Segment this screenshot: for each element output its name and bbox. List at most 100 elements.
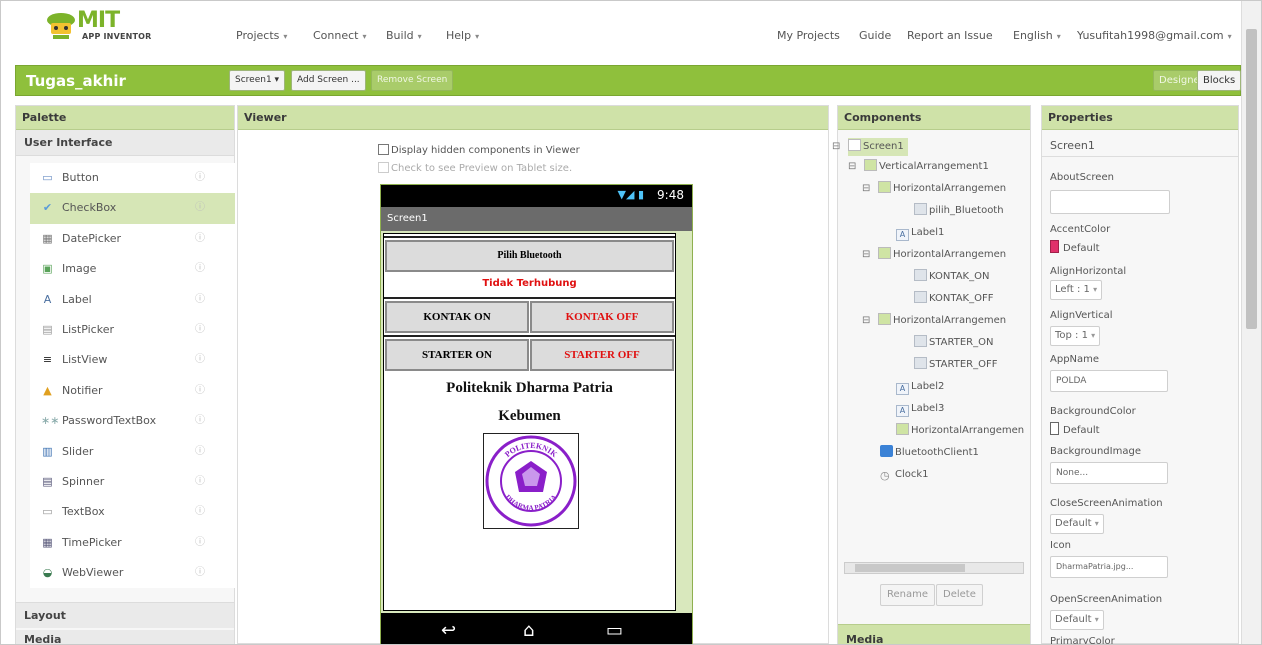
help-icon[interactable]: ⓘ [195,193,205,223]
properties-panel: Properties Screen1 AboutScreen AccentCol… [1041,105,1239,644]
palette-section-user-interface[interactable]: User Interface [16,130,234,156]
background-color-picker[interactable]: Default [1050,422,1100,436]
help-icon[interactable]: ⓘ [195,528,205,558]
mit-logo[interactable]: MIT APP INVENTOR [45,8,155,47]
phone-status-bar: ▼◢ ▮ 9:48 [381,185,692,207]
menu-projects[interactable]: Projects ▾ [236,29,287,42]
tree-node-horizontalarrangemen[interactable]: ⊟ HorizontalArrangemen [862,246,1006,264]
link-report-issue[interactable]: Report an Issue [907,29,993,42]
collapse-toggle-icon[interactable]: ⊟ [848,158,856,176]
tree-node-screen1[interactable]: ⊟ Screen1 [832,138,908,156]
palette-item-textbox[interactable]: ▭ TextBox ⓘ [30,497,235,527]
align-horizontal-select[interactable]: Left : 1 ▾ [1050,280,1103,300]
tree-node-verticalarrangement1[interactable]: ⊟ VerticalArrangement1 [848,158,989,176]
tree-node-starter_off[interactable]: STARTER_OFF [914,356,998,374]
help-icon[interactable]: ⓘ [195,254,205,284]
collapse-toggle-icon[interactable]: ⊟ [832,138,840,156]
menu-connect[interactable]: Connect ▾ [313,29,367,42]
tree-node-kontak_on[interactable]: KONTAK_ON [914,268,989,286]
kontak-on-button[interactable]: KONTAK ON [385,301,529,333]
collapse-toggle-icon[interactable]: ⊟ [862,180,870,198]
close-animation-select[interactable]: Default ▾ [1050,514,1104,534]
palette-item-image[interactable]: ▣ Image ⓘ [30,254,235,284]
tree-node-label2[interactable]: A Label2 [896,378,944,396]
menu-help[interactable]: Help ▾ [446,29,479,42]
icon-picker[interactable]: DharmaPatria.jpg... [1050,556,1168,578]
help-icon[interactable]: ⓘ [195,315,205,345]
menu-language[interactable]: English ▾ [1013,29,1061,42]
open-animation-select[interactable]: Default ▾ [1050,610,1104,630]
align-vertical-select[interactable]: Top : 1 ▾ [1050,326,1101,346]
rename-button[interactable]: Rename [880,584,936,606]
scrollbar-thumb[interactable] [855,564,965,572]
tree-node-label: BluetoothClient1 [895,447,979,458]
help-icon[interactable]: ⓘ [195,376,205,406]
collapse-toggle-icon[interactable]: ⊟ [862,246,870,264]
checkbox-box[interactable] [378,162,389,173]
add-screen-button[interactable]: Add Screen ... [291,70,366,91]
link-my-projects[interactable]: My Projects [777,29,840,42]
menu-build[interactable]: Build ▾ [386,29,422,42]
phone-preview: ▼◢ ▮ 9:48 Screen1 Pilih Bluetooth Tidak … [380,184,693,644]
help-icon[interactable]: ⓘ [195,285,205,315]
help-icon[interactable]: ⓘ [195,163,205,193]
tree-node-bluetoothclient1[interactable]: BluetoothClient1 [880,444,979,462]
horizontal-scrollbar[interactable] [844,562,1024,574]
delete-button[interactable]: Delete [936,584,983,606]
collapse-toggle-icon[interactable]: ⊟ [862,312,870,330]
palette-item-notifier[interactable]: ▲ Notifier ⓘ [30,376,235,406]
display-hidden-checkbox[interactable]: Display hidden components in Viewer [378,144,580,156]
tree-node-pilih_bluetooth[interactable]: pilih_Bluetooth [914,202,1004,220]
palette-item-listview[interactable]: ≡ ListView ⓘ [30,345,235,375]
checkbox-box[interactable] [378,144,389,155]
about-screen-input[interactable] [1050,190,1170,214]
link-guide[interactable]: Guide [859,29,891,42]
palette-item-checkbox[interactable]: ✔ CheckBox ⓘ [30,193,235,224]
tree-node-horizontalarrangemen[interactable]: HorizontalArrangemen [896,422,1024,440]
media-section[interactable]: Media [838,624,1030,644]
app-name-input[interactable] [1050,370,1168,392]
page-vertical-scrollbar[interactable] [1241,1,1261,644]
remove-screen-button[interactable]: Remove Screen [371,70,454,91]
tablet-preview-checkbox[interactable]: Check to see Preview on Tablet size. [378,162,572,174]
help-icon[interactable]: ⓘ [195,345,205,375]
help-icon[interactable]: ⓘ [195,437,205,467]
tree-node-horizontalarrangemen[interactable]: ⊟ HorizontalArrangemen [862,180,1006,198]
phone-title-bar: Screen1 [381,207,692,231]
help-icon[interactable]: ⓘ [195,406,205,436]
blocks-button[interactable]: Blocks [1197,70,1242,91]
accent-color-picker[interactable]: Default [1050,240,1100,254]
palette-section-media[interactable]: Media [16,630,234,644]
home-icon: ⌂ [523,620,535,641]
palette-item-spinner[interactable]: ▤ Spinner ⓘ [30,467,235,497]
palette-item-datepicker[interactable]: ▦ DatePicker ⓘ [30,224,235,254]
help-icon[interactable]: ⓘ [195,224,205,254]
color-swatch-icon [1050,422,1059,435]
palette-item-slider[interactable]: ▥ Slider ⓘ [30,437,235,467]
palette-item-timepicker[interactable]: ▦ TimePicker ⓘ [30,528,235,558]
starter-off-button[interactable]: STARTER OFF [530,339,674,371]
tree-node-label1[interactable]: A Label1 [896,224,944,242]
scrollbar-thumb[interactable] [1246,29,1257,329]
tree-node-clock1[interactable]: ◷ Clock1 [880,466,929,484]
palette-section-layout[interactable]: Layout [16,602,234,628]
tree-node-starter_on[interactable]: STARTER_ON [914,334,993,352]
help-icon[interactable]: ⓘ [195,467,205,497]
background-image-picker[interactable]: None... [1050,462,1168,484]
help-icon[interactable]: ⓘ [195,558,205,588]
tree-node-kontak_off[interactable]: KONTAK_OFF [914,290,993,308]
pilih-bluetooth-button[interactable]: Pilih Bluetooth [385,240,674,272]
palette-item-label: ListView [62,353,108,367]
palette-item-passwordtextbox[interactable]: ∗∗ PasswordTextBox ⓘ [30,406,235,436]
screen-select[interactable]: Screen1 ▾ [229,70,286,91]
palette-item-webviewer[interactable]: ◒ WebViewer ⓘ [30,558,235,588]
palette-item-button[interactable]: ▭ Button ⓘ [30,163,235,193]
starter-on-button[interactable]: STARTER ON [385,339,529,371]
palette-item-label[interactable]: A Label ⓘ [30,285,235,315]
kontak-off-button[interactable]: KONTAK OFF [530,301,674,333]
tree-node-horizontalarrangemen[interactable]: ⊟ HorizontalArrangemen [862,312,1006,330]
help-icon[interactable]: ⓘ [195,497,205,527]
menu-account[interactable]: Yusufitah1998@gmail.com ▾ [1077,29,1232,42]
tree-node-label3[interactable]: A Label3 [896,400,944,418]
palette-item-listpicker[interactable]: ▤ ListPicker ⓘ [30,315,235,345]
